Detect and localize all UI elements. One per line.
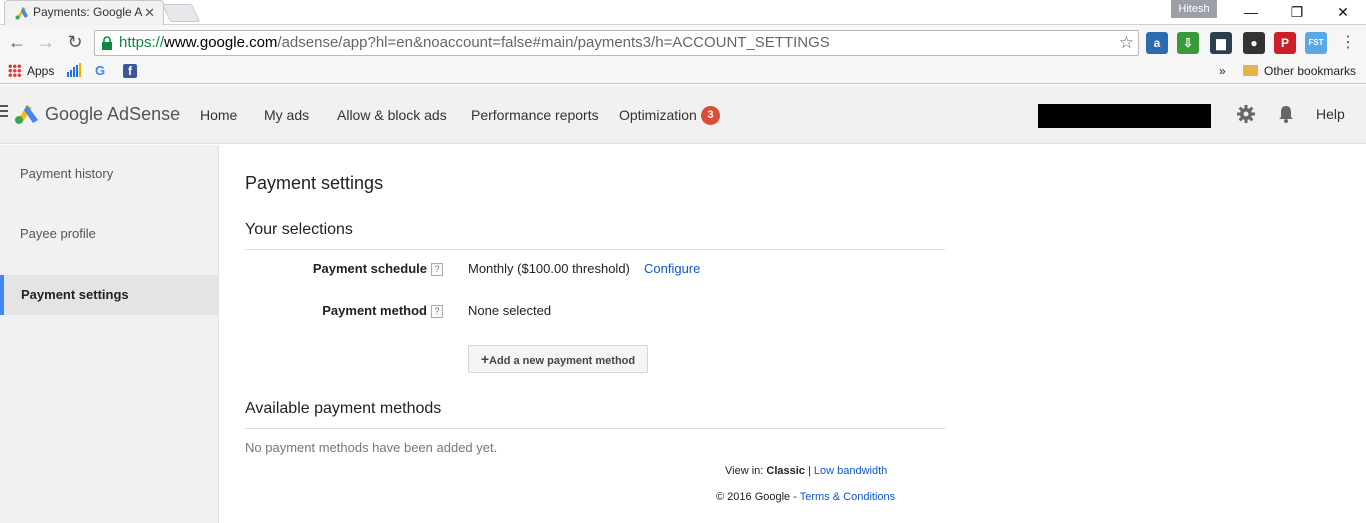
view-mode-footer: View in: Classic | Low bandwidth xyxy=(725,465,887,477)
bookmark-google-icon[interactable]: G xyxy=(95,62,105,80)
nav-home[interactable]: Home xyxy=(200,106,237,124)
section-title-your-selections: Your selections xyxy=(245,221,353,238)
sidebar-item-payee-profile[interactable]: Payee profile xyxy=(0,214,219,254)
address-bar[interactable]: https://www.google.com/adsense/app?hl=en… xyxy=(94,30,1139,56)
analytics-bars-icon xyxy=(67,63,81,77)
url-host: www.google.com xyxy=(164,34,278,51)
browser-menu-icon[interactable]: ⋮ xyxy=(1340,30,1356,56)
lock-icon xyxy=(102,36,112,50)
footer-separator: | xyxy=(807,465,811,477)
tab-title: Payments: Google A xyxy=(33,5,143,19)
payment-method-value: None selected xyxy=(468,303,552,318)
schedule-help-icon[interactable]: ? xyxy=(431,263,443,276)
section-divider xyxy=(245,249,945,250)
help-link[interactable]: Help xyxy=(1316,106,1345,122)
copyright-text: © 2016 Google - xyxy=(716,491,797,503)
fst-extension-icon[interactable]: FST xyxy=(1305,32,1327,54)
browser-tab[interactable]: Payments: Google A ✕ xyxy=(4,0,164,25)
main-content: Payment settings Your selections Payment… xyxy=(220,145,1366,523)
bookmark-facebook-icon[interactable]: f xyxy=(123,64,137,78)
section-divider xyxy=(245,428,945,429)
apps-grid-icon xyxy=(8,64,21,77)
view-in-label: View in: xyxy=(725,465,764,477)
url-path: /adsense/app?hl=en&noaccount=false#main/… xyxy=(277,34,830,51)
back-button[interactable]: ← xyxy=(6,31,28,53)
download-extension-icon[interactable]: ⇩ xyxy=(1177,32,1199,54)
bookmark-apps[interactable]: Apps xyxy=(8,62,54,80)
close-window-button[interactable]: ✕ xyxy=(1320,0,1366,25)
page-title: Payment settings xyxy=(245,173,384,193)
folder-icon xyxy=(1243,65,1258,76)
forward-button[interactable]: → xyxy=(35,31,57,53)
bookmark-apps-label: Apps xyxy=(27,64,55,78)
hamburger-menu-icon[interactable] xyxy=(0,105,8,121)
ghostery-extension-icon[interactable]: ● xyxy=(1243,32,1265,54)
nav-my-ads[interactable]: My ads xyxy=(264,106,309,124)
amazon-assistant-icon[interactable]: a xyxy=(1146,32,1168,54)
configure-link[interactable]: Configure xyxy=(644,261,700,276)
gear-icon[interactable] xyxy=(1236,104,1256,124)
tab-close-icon[interactable]: ✕ xyxy=(144,1,155,24)
redacted-account-name[interactable] xyxy=(1038,104,1211,128)
plus-icon: + xyxy=(480,351,490,367)
terms-link[interactable]: Terms & Conditions xyxy=(800,491,895,503)
add-payment-method-button[interactable]: +Add a new payment method xyxy=(468,345,648,373)
sidebar: Payment history Payee profile Payment se… xyxy=(0,145,219,523)
maximize-button[interactable]: ❐ xyxy=(1274,0,1320,25)
sidebar-item-payment-settings[interactable]: Payment settings xyxy=(0,275,219,315)
reload-button[interactable]: ↻ xyxy=(64,31,86,53)
profile-button[interactable]: Hitesh xyxy=(1171,0,1217,18)
nav-optimization[interactable]: Optimization xyxy=(619,106,697,124)
adsense-favicon-icon xyxy=(15,7,28,20)
low-bandwidth-link[interactable]: Low bandwidth xyxy=(814,465,887,477)
pinterest-icon[interactable]: P xyxy=(1274,32,1296,54)
bookmark-analytics[interactable] xyxy=(66,62,82,80)
view-classic-current: Classic xyxy=(766,465,805,477)
brand-name[interactable]: Google AdSense xyxy=(45,103,180,125)
add-payment-method-label: Add a new payment method xyxy=(489,355,636,367)
nav-allow-block-ads[interactable]: Allow & block ads xyxy=(337,106,447,124)
browser-tabstrip: Payments: Google A ✕ Hitesh — ❐ ✕ xyxy=(0,0,1366,25)
payment-schedule-value: Monthly ($100.00 threshold) xyxy=(468,261,630,276)
payment-schedule-label: Payment schedule xyxy=(312,261,427,276)
notifications-bell-icon[interactable] xyxy=(1276,104,1296,124)
new-tab-button[interactable] xyxy=(161,4,201,22)
other-bookmarks-label: Other bookmarks xyxy=(1264,64,1357,78)
adsense-logo-icon xyxy=(15,105,38,124)
method-help-icon[interactable]: ? xyxy=(431,305,443,318)
nav-performance-reports[interactable]: Performance reports xyxy=(471,106,599,124)
sidebar-item-payment-history[interactable]: Payment history xyxy=(0,154,219,194)
empty-state-message: No payment methods have been added yet. xyxy=(245,440,498,455)
bookmark-star-icon[interactable]: ☆ xyxy=(1119,31,1134,55)
url-scheme: https:// xyxy=(119,34,165,51)
optimization-badge: 3 xyxy=(701,106,720,125)
bookmarks-bar: Apps G f » Other bookmarks xyxy=(0,59,1366,84)
wallet-extension-icon[interactable]: ▆ xyxy=(1210,32,1232,54)
other-bookmarks[interactable]: Other bookmarks xyxy=(1243,62,1356,80)
copyright-footer: © 2016 Google - Terms & Conditions xyxy=(716,491,895,503)
section-title-available-methods: Available payment methods xyxy=(245,400,442,417)
bookmarks-overflow-icon[interactable]: » xyxy=(1219,62,1226,80)
adsense-header: Google AdSense Home My ads Allow & block… xyxy=(0,85,1366,144)
payment-method-label: Payment method xyxy=(322,303,427,318)
minimize-button[interactable]: — xyxy=(1228,0,1274,25)
